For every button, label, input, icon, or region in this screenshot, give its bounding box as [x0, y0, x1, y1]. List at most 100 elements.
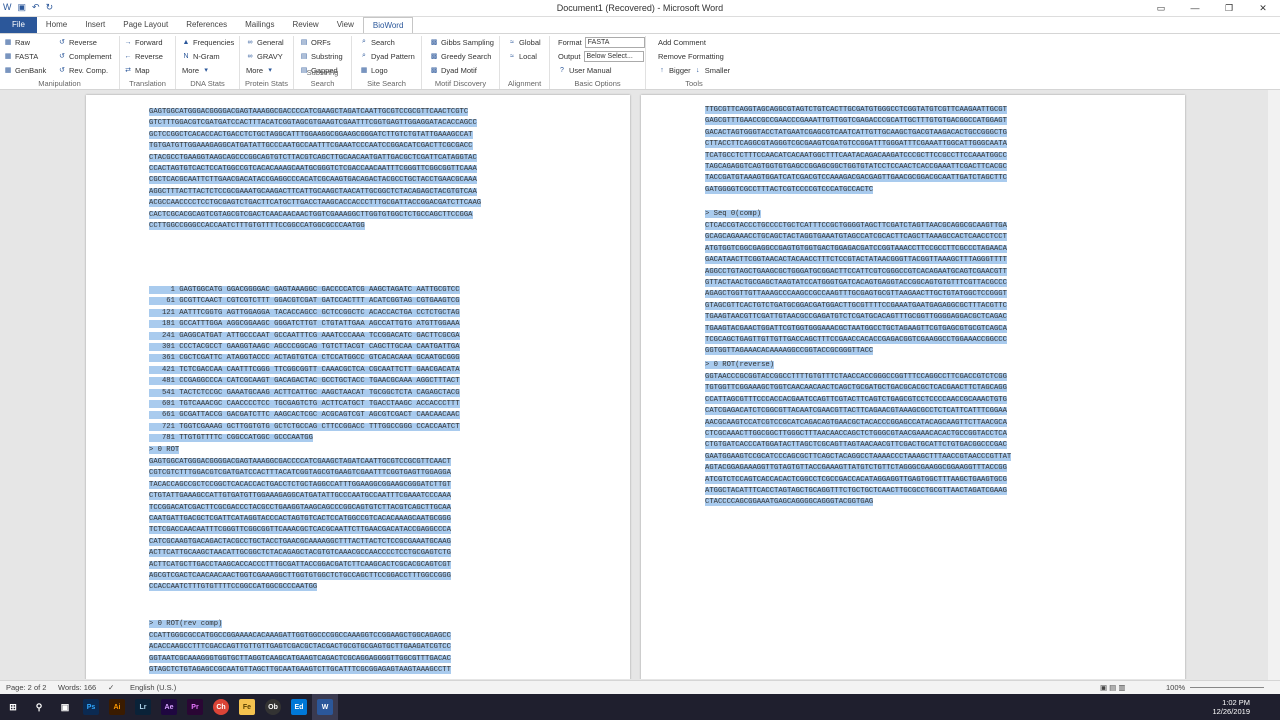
taskbar-app-word[interactable]: W [312, 694, 338, 720]
group-manipulation: ▦ Raw ▦ FASTA ▦ GenBank ↺ Reverse ↺ Complemen… [0, 36, 120, 89]
fasta-button[interactable]: ▦ FASTA [4, 50, 46, 62]
word-count[interactable]: Words: 166 [58, 683, 96, 692]
substring-icon: ▤ [300, 53, 308, 60]
vertical-scrollbar[interactable] [1268, 90, 1280, 680]
sequence-line: CCTTGGCCGGGCCACCAATCTTTGTGTTTTCCGGCCATGG… [149, 222, 365, 231]
smaller-button[interactable]: Smaller [705, 66, 730, 75]
gibbs-icon: ▩ [430, 39, 438, 46]
map-button[interactable]: ⇄ Map [124, 64, 163, 76]
zoom-level[interactable]: 100% [1166, 683, 1185, 692]
taskbar-app-obs[interactable]: Ob [260, 694, 286, 720]
sequence-line: 241 GAGGCATGAT ATTGCCCAAT GCCAATTTCG AAA… [149, 331, 460, 340]
page-right[interactable]: TTGCGTTCAGGTAGCAGGCGTAGTCTGTCACTTGCGATGT… [641, 95, 1185, 679]
taskbar-app-premiere[interactable]: Pr [182, 694, 208, 720]
sequence-line: 481 CCGAGGCCCA CATCGCAAGT GACAGACTAC GCC… [149, 377, 460, 386]
bigger-button[interactable]: Bigger [669, 66, 691, 75]
taskbar-app-photoshop[interactable]: Ps [78, 694, 104, 720]
remove-formatting-button[interactable]: Remove Formatting [658, 50, 730, 62]
taskbar-app-file-explorer[interactable]: Fe [234, 694, 260, 720]
substring-button[interactable]: ▤ Substring [300, 50, 343, 62]
sequence-line: 121 AATTTCGGTG AGTTGGAGGA TACACCAGCC GCT… [149, 308, 460, 317]
tab-file[interactable]: File [0, 17, 37, 33]
rev-comp-button[interactable]: ↺ Rev. Comp. [58, 64, 112, 76]
taskbar-app-after-effects[interactable]: Ae [156, 694, 182, 720]
protein-more-button[interactable]: More ▾ [246, 64, 284, 76]
sequence-line: AGCGTCGACTCAACAACAACTGGTCGAAAGGCTTGGTGTG… [149, 572, 451, 581]
group-label: Site Search [367, 79, 406, 88]
sequence-line: GAGTGGCATGGGACGGGGACGAGTAAAGGCGACCCCATCG… [149, 458, 451, 466]
group-label: Tools [685, 79, 703, 88]
greedy-search-button[interactable]: ▩ Greedy Search [430, 50, 494, 62]
translate-reverse-button[interactable]: ← Reverse [124, 50, 163, 62]
dna-more-button[interactable]: More ▾ [182, 64, 234, 76]
start-button[interactable]: ⊞ [0, 694, 26, 720]
tab-page-layout[interactable]: Page Layout [114, 17, 177, 33]
zoom-slider[interactable] [1190, 687, 1264, 688]
sequence-line: ACTTCATGCTTGACCTAAGCACCACCCTTTGCGATTACCG… [149, 560, 451, 569]
search-button[interactable]: ⌕ Search [360, 36, 415, 48]
sequence-line: 301 CCCTACGCCT GAAGGTAAGC AGCCCGGCAG TGT… [149, 343, 460, 352]
sequence-line: GATGGGGTCGCCTTTACTCGTCCCCGTCCCATGCCACTC [705, 185, 874, 194]
sequence-line: CAATGATTGACGCTCGATTCATAGGTACCCACTAGTGTCA… [149, 515, 451, 524]
raw-button[interactable]: ▦ Raw [4, 36, 46, 48]
sequence-line: 661 GCGATTACCG GACGATCTTC AAGCACTCGC ACG… [149, 411, 460, 420]
tab-view[interactable]: View [328, 17, 363, 33]
dyad-motif-button[interactable]: ▩ Dyad Motif [430, 64, 494, 76]
add-comment-button[interactable]: Add Comment [658, 36, 730, 48]
dyad-pattern-button[interactable]: ⌕ Dyad Pattern [360, 50, 415, 62]
task-view-icon[interactable]: ▣ [52, 694, 78, 720]
page-left[interactable]: GAGTGGCATGGGACGGGGACGAGTAAAGGCGACCCCATCG… [86, 95, 630, 679]
tab-insert[interactable]: Insert [76, 17, 114, 33]
tab-bioword[interactable]: BioWord [362, 17, 414, 33]
global-button[interactable]: ≈ Global [508, 36, 541, 48]
logo-button[interactable]: ▦ Logo [360, 64, 415, 76]
sequence-line: CGTCGTCTTTGGACGTCGATGATCCACTTTACATCGGTAG… [149, 469, 451, 478]
user-manual-button[interactable]: ? User Manual [558, 64, 645, 76]
restore-button[interactable]: ❐ [1212, 0, 1246, 17]
minimize-button[interactable]: — [1178, 0, 1212, 17]
local-button[interactable]: ≈ Local [508, 50, 541, 62]
tab-home[interactable]: Home [37, 17, 76, 33]
group-label: Protein Stats [245, 79, 288, 88]
proofing-icon[interactable]: ✓ [108, 683, 114, 692]
system-tray-clock[interactable]: 1:02 PM 12/26/2019 [1212, 698, 1250, 716]
view-buttons-icon[interactable]: ▣ ▤ ▥ [1100, 683, 1125, 692]
ribbon-options-icon[interactable]: ▭ [1144, 0, 1178, 17]
group-protein-stats: ∞ General ∞ GRAVY More ▾ Protein Stats [240, 36, 294, 89]
page-count[interactable]: Page: 2 of 2 [6, 683, 46, 692]
genbank-button[interactable]: ▦ GenBank [4, 64, 47, 76]
global-icon: ≈ [510, 38, 514, 46]
general-icon: ∞ [247, 38, 253, 46]
n-gram-button[interactable]: N N-Gram [182, 50, 234, 62]
sequence-line: ATGGCTACATTTCACCTAGTAGCTGCAGGTTTCTGCTGCT… [705, 487, 1007, 496]
sequence-line: CGCTCACGCAATTCTTGAACGACATACCGAGGCCCACATC… [149, 176, 477, 185]
language-indicator[interactable]: English (U.S.) [130, 683, 176, 692]
format-select[interactable]: FASTA [584, 36, 645, 48]
orfs-button[interactable]: ▤ ORFs [300, 36, 343, 48]
sequence-line: TAGCAGAGGTCAGTGGTGTGAGCCGGAGCGGCTGGTGTAT… [705, 163, 1007, 172]
gibbs-sampling-button[interactable]: ▩ Gibbs Sampling [430, 36, 494, 48]
frequencies-button[interactable]: ▲ Frequencies [182, 36, 235, 48]
sequence-line: ACTTCATTGCAAGCTAACATTGCGGCTCTACAGAGCTACG… [149, 549, 451, 558]
tab-mailings[interactable]: Mailings [236, 17, 283, 33]
group-label: Manipulation [38, 79, 81, 88]
document-area[interactable]: GAGTGGCATGGGACGGGGACGAGTAAAGGCGACCCCATCG… [0, 91, 1268, 679]
gravy-button[interactable]: ∞ GRAVY [246, 50, 284, 62]
sequence-line: 601 TGTCAAACGC CAACCCCTCC TGCGAGTCTG ACT… [149, 400, 460, 409]
taskbar-app-chrome[interactable]: Ch [208, 694, 234, 720]
gravy-icon: ∞ [247, 52, 253, 60]
sequence-block: 1 GAGTGGCATG GGACGGGGAC GAGTAAAGGC GACCC… [149, 285, 460, 445]
taskbar-app-illustrator[interactable]: Ai [104, 694, 130, 720]
general-button[interactable]: ∞ General [246, 36, 284, 48]
reverse-button[interactable]: ↺ Reverse [58, 36, 112, 48]
complement-button[interactable]: ↺ Complement [58, 50, 111, 62]
arrow-up-icon: ↑ [660, 66, 664, 74]
tab-review[interactable]: Review [283, 17, 327, 33]
close-button[interactable]: ✕ [1246, 0, 1280, 17]
taskbar-app-lightroom[interactable]: Lr [130, 694, 156, 720]
forward-button[interactable]: → Forward [124, 36, 163, 48]
output-select[interactable]: Below Select... [583, 50, 644, 62]
tab-references[interactable]: References [177, 17, 236, 33]
search-icon[interactable]: ⚲ [26, 694, 52, 720]
taskbar-app-edge[interactable]: Ed [286, 694, 312, 720]
